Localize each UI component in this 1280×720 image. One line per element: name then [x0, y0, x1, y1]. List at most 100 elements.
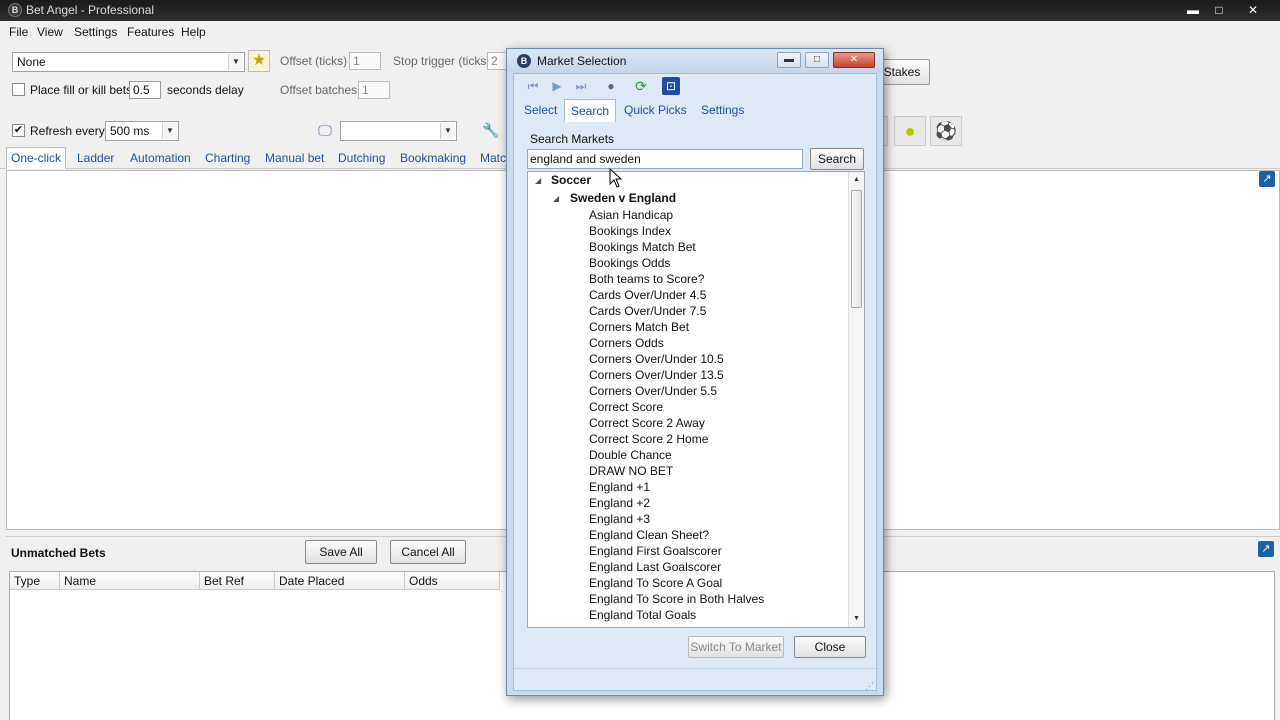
refresh-label: Refresh every	[30, 124, 105, 138]
switch-to-market-button[interactable]: Switch To Market	[688, 636, 784, 658]
maximize-button[interactable]: □	[1206, 1, 1232, 19]
play-icon[interactable]: ▶	[548, 77, 566, 95]
tab-matched[interactable]: Matc	[480, 151, 506, 165]
tree-node-market[interactable]: England To Score in Both Halves	[589, 592, 764, 606]
tree-node-market[interactable]: England +1	[589, 480, 650, 494]
tab-one-click[interactable]: One-click	[6, 147, 67, 169]
refresh-interval-select[interactable]: 500 ms ▼	[105, 121, 179, 141]
profile-select[interactable]: None ▼	[12, 52, 245, 72]
globe-icon[interactable]: ●	[602, 77, 620, 95]
dialog-minimize-button[interactable]: ▬	[777, 52, 801, 68]
tab-manual-bet[interactable]: Manual bet	[265, 151, 324, 165]
tennis-ball-icon[interactable]: ●	[894, 116, 926, 146]
close-window-button[interactable]: ✕	[1240, 1, 1266, 19]
expand-icon[interactable]: ↗	[1259, 171, 1275, 187]
cancel-all-button[interactable]: Cancel All	[390, 540, 466, 564]
refresh-checkbox[interactable]: ✔	[12, 124, 25, 137]
dialog-tab-search[interactable]: Search	[564, 99, 617, 122]
tree-node-market[interactable]: Bookings Index	[589, 224, 671, 238]
tree-node-market[interactable]: Both teams to Score?	[589, 272, 704, 286]
scroll-up-icon[interactable]: ▲	[849, 172, 864, 188]
title-bar: B Bet Angel - Professional ▬ □ ✕	[0, 0, 1280, 21]
dialog-tab-settings[interactable]: Settings	[701, 103, 744, 117]
favourite-star-icon[interactable]: ★	[248, 50, 270, 72]
dialog-close-button[interactable]: ✕	[833, 52, 875, 68]
tab-charting[interactable]: Charting	[205, 151, 250, 165]
menu-help[interactable]: Help	[181, 25, 206, 39]
resize-grip-icon[interactable]: ⋰	[865, 681, 875, 691]
tree-node-market[interactable]: England Clean Sheet?	[589, 528, 709, 542]
dialog-tab-quick-picks[interactable]: Quick Picks	[624, 103, 687, 117]
collapse-triangle-icon[interactable]: ◢	[535, 176, 541, 185]
tab-bookmaking[interactable]: Bookmaking	[400, 151, 466, 165]
menu-file[interactable]: File	[9, 25, 28, 39]
tree-node-market[interactable]: England +2	[589, 496, 650, 510]
tree-node-market[interactable]: Corners Over/Under 10.5	[589, 352, 724, 366]
dialog-title: Market Selection	[537, 54, 627, 68]
column-header-date-placed[interactable]: Date Placed	[275, 572, 405, 590]
menu-view[interactable]: View	[37, 25, 63, 39]
fill-kill-seconds-input[interactable]: 0.5	[129, 81, 161, 99]
stop-trigger-input[interactable]: 2	[487, 52, 507, 70]
tab-automation[interactable]: Automation	[130, 151, 191, 165]
tree-node-market[interactable]: Correct Score 2 Home	[589, 432, 708, 446]
tree-node-market[interactable]: DRAW NO BET	[589, 464, 673, 478]
tree-node-market[interactable]: Corners Match Bet	[589, 320, 689, 334]
wrench-icon[interactable]: 🔧	[482, 121, 500, 139]
tree-node-market[interactable]: England Last Goalscorer	[589, 560, 721, 574]
tab-ladder[interactable]: Ladder	[77, 151, 114, 165]
column-header-name[interactable]: Name	[60, 572, 200, 590]
save-all-button[interactable]: Save All	[305, 540, 377, 564]
extra-select[interactable]: ▼	[340, 121, 457, 141]
menu-settings[interactable]: Settings	[74, 25, 117, 39]
column-header-bet-ref[interactable]: Bet Ref	[200, 572, 275, 590]
dialog-maximize-button[interactable]: □	[805, 52, 829, 68]
tree-node-market[interactable]: Correct Score 2 Away	[589, 416, 705, 430]
tree-node-market[interactable]: Cards Over/Under 4.5	[589, 288, 706, 302]
refresh-icon[interactable]: ⟳	[632, 77, 650, 95]
dialog-tab-select[interactable]: Select	[524, 103, 557, 117]
offset-batches-input[interactable]: 1	[358, 81, 390, 99]
tree-node-market[interactable]: England +3	[589, 512, 650, 526]
menu-features[interactable]: Features	[127, 25, 174, 39]
tree-node-market[interactable]: Corners Odds	[589, 336, 664, 350]
seconds-delay-label: seconds delay	[167, 83, 244, 97]
tree-node-event[interactable]: Sweden v England	[570, 191, 676, 205]
tree-node-market[interactable]: England First Goalscorer	[589, 544, 722, 558]
tree-node-market[interactable]: England Total Goals	[589, 608, 696, 622]
scroll-thumb[interactable]	[851, 190, 862, 308]
tree-node-market[interactable]: Asian Handicap	[589, 208, 673, 222]
tree-scrollbar[interactable]: ▲ ▼	[848, 172, 864, 627]
monitor-icon[interactable]: 🖵	[316, 121, 334, 139]
column-header-type[interactable]: Type	[10, 572, 60, 590]
tree-node-market[interactable]: Bookings Odds	[589, 256, 670, 270]
menu-bar: File View Settings Features Help	[0, 21, 1280, 43]
tab-dutching[interactable]: Dutching	[338, 151, 385, 165]
tree-node-market[interactable]: Correct Score	[589, 400, 663, 414]
close-button[interactable]: Close	[794, 636, 866, 658]
search-panel: Search Markets england and sweden Search…	[514, 122, 876, 668]
search-button[interactable]: Search	[810, 148, 864, 170]
column-header-odds[interactable]: Odds	[405, 572, 500, 590]
minimize-button[interactable]: ▬	[1180, 1, 1206, 19]
chevron-down-icon: ▼	[228, 54, 243, 70]
offset-ticks-input[interactable]: 1	[349, 52, 381, 70]
tree-node-market[interactable]: Corners Over/Under 5.5	[589, 384, 717, 398]
pin-icon[interactable]: ⊡	[662, 77, 680, 95]
tree-node-market[interactable]: Corners Over/Under 13.5	[589, 368, 724, 382]
app-logo-icon: B	[517, 54, 531, 68]
fill-kill-checkbox[interactable]	[12, 83, 25, 96]
scroll-down-icon[interactable]: ▼	[849, 611, 864, 627]
skip-forward-icon[interactable]: ⏭	[572, 77, 590, 95]
skip-back-icon[interactable]: ⏮	[524, 77, 542, 95]
tree-node-sport[interactable]: Soccer	[551, 173, 591, 187]
tree-node-market[interactable]: Double Chance	[589, 448, 672, 462]
collapse-triangle-icon[interactable]: ◢	[553, 194, 559, 203]
tree-node-market[interactable]: Cards Over/Under 7.5	[589, 304, 706, 318]
search-input[interactable]: england and sweden	[527, 149, 803, 169]
chevron-down-icon: ▼	[440, 123, 455, 139]
tree-node-market[interactable]: Bookings Match Bet	[589, 240, 696, 254]
football-icon[interactable]: ⚽	[930, 116, 962, 146]
tree-node-market[interactable]: England To Score A Goal	[589, 576, 722, 590]
expand-icon[interactable]: ↗	[1258, 541, 1274, 557]
